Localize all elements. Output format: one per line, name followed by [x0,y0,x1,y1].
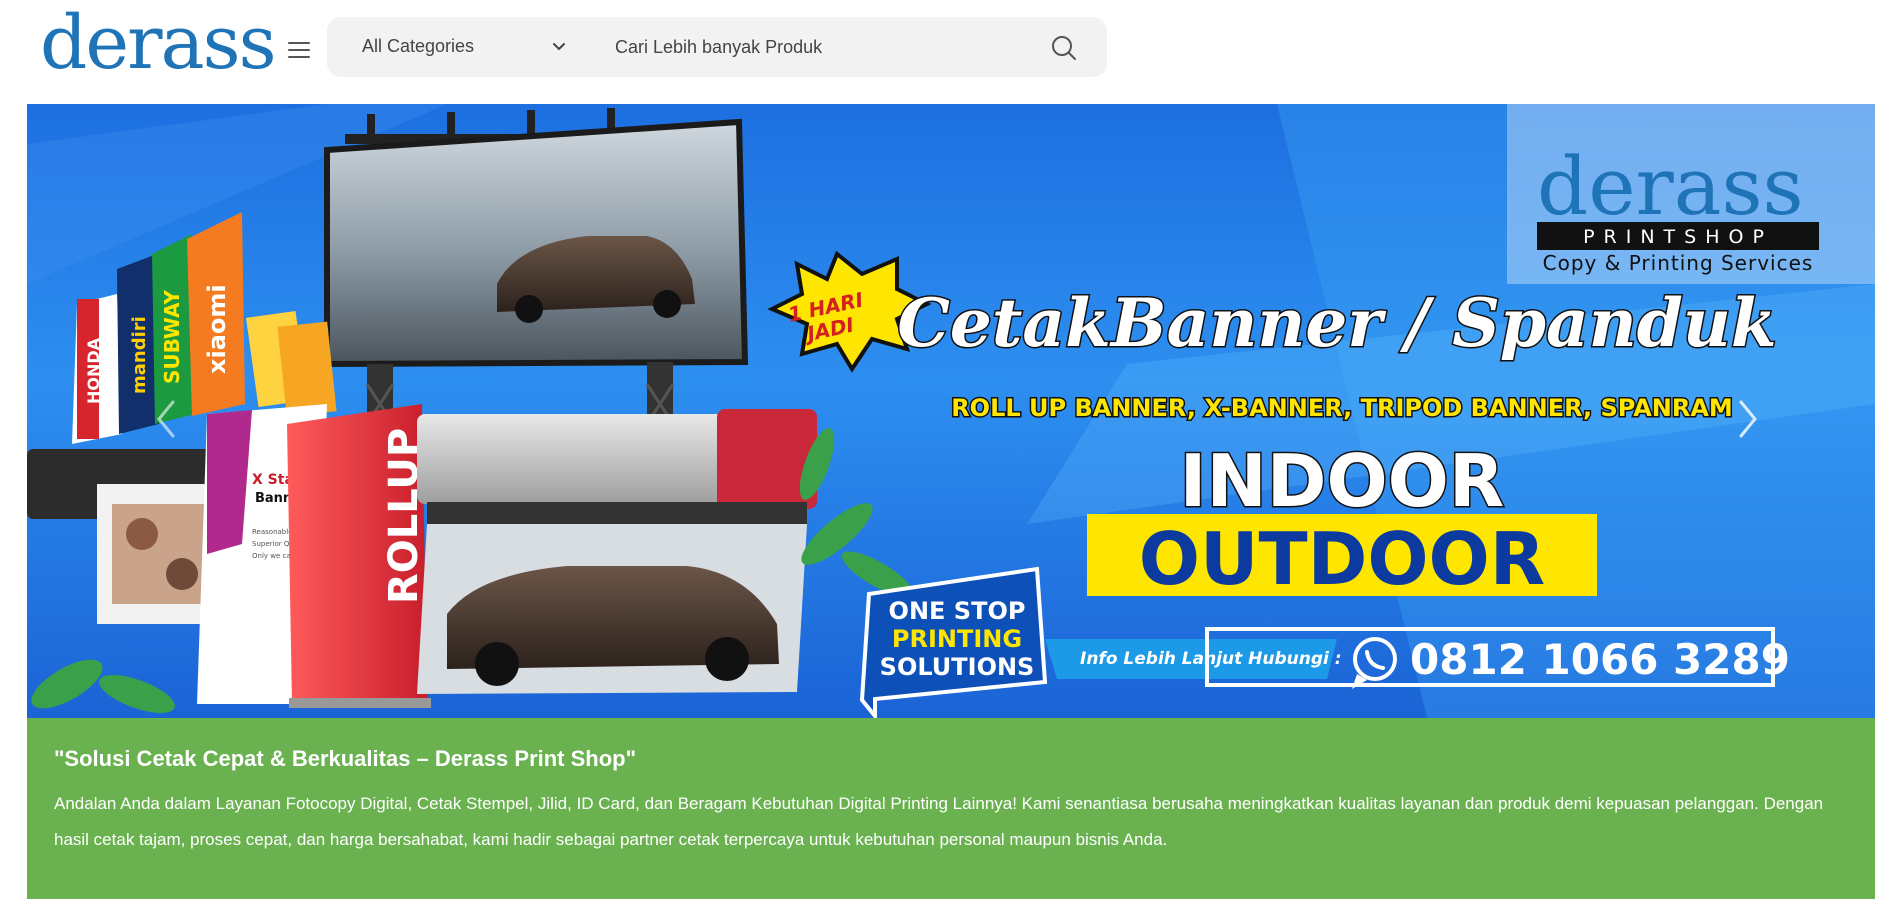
chevron-left-icon[interactable] [147,394,187,444]
banner-headline: CetakBanner / Spanduk [897,284,1776,362]
contact-strip: Info Lebih Lanjut Hubungi : 0812 1066 32… [1045,627,1790,689]
svg-text:0812 1066 3289: 0812 1066 3289 [1410,635,1790,684]
svg-text:SOLUTIONS: SOLUTIONS [880,653,1035,681]
intro-section: "Solusi Cetak Cepat & Berkualitas – Dera… [27,718,1875,899]
svg-text:Copy & Printing Services: Copy & Printing Services [1543,251,1814,275]
large-format-printer [417,409,817,694]
svg-text:ONE STOP: ONE STOP [889,597,1026,625]
svg-text:xiaomi: xiaomi [203,284,231,374]
intro-body: Andalan Anda dalam Layanan Fotocopy Digi… [54,794,1824,849]
svg-text:mandiri: mandiri [129,316,150,394]
search-icon[interactable] [1047,31,1081,65]
search-bar: All Categories [327,17,1107,77]
banner-brand-logo: derass PRINTSHOP Copy & Printing Service… [1537,140,1819,275]
indoor-text: INDOOR [1180,439,1505,523]
rollup-banner: ROLLUP [287,404,431,708]
hero-banner-slide[interactable]: HONDA mandiri SUBWAY xiaomi X Stand Bann… [27,104,1875,718]
whatsapp-icon [1352,637,1397,689]
search-input[interactable] [615,29,1035,65]
chevron-right-icon[interactable] [1727,394,1767,444]
svg-text:SUBWAY: SUBWAY [160,289,184,384]
one-stop-badge: ONE STOP PRINTING SOLUTIONS [859,566,1048,718]
site-logo[interactable]: derass [40,6,277,80]
site-header: derass All Categories [0,0,1895,104]
banner-subline: ROLL UP BANNER, X-BANNER, TRIPOD BANNER,… [951,394,1733,422]
category-select[interactable]: All Categories [362,36,474,57]
hamburger-icon[interactable] [288,42,310,60]
svg-text:PRINTING: PRINTING [892,625,1022,653]
outdoor-text: OUTDOOR [1139,517,1545,601]
chevron-down-icon[interactable] [549,37,569,57]
intro-title: "Solusi Cetak Cepat & Berkualitas – Dera… [54,746,637,771]
svg-text:Info Lebih Lanjut Hubungi :: Info Lebih Lanjut Hubungi : [1080,649,1342,669]
banner-artwork: HONDA mandiri SUBWAY xiaomi X Stand Bann… [27,104,1875,718]
svg-text:derass: derass [1537,140,1804,233]
svg-text:HONDA: HONDA [84,337,103,404]
svg-text:PRINTSHOP: PRINTSHOP [1583,226,1773,248]
